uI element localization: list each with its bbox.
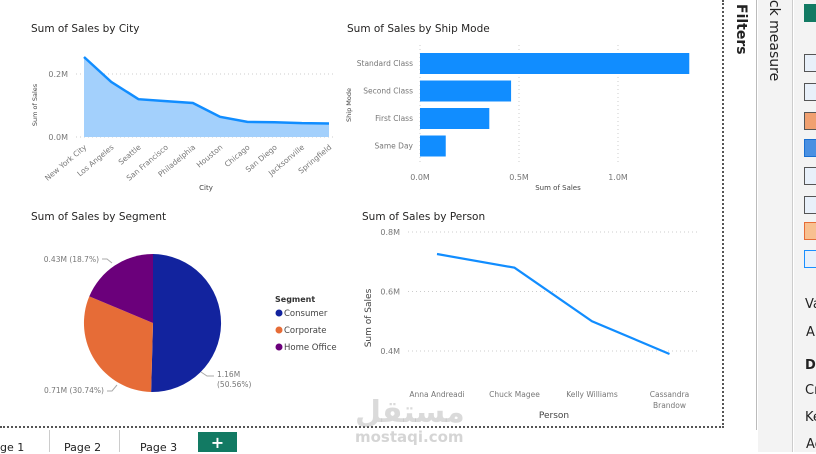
tab-page-2[interactable]: Page 2 bbox=[50, 430, 120, 454]
x-tick-label: 0.0M bbox=[410, 173, 430, 182]
stacked-bar-icon[interactable] bbox=[804, 54, 816, 72]
area-fill bbox=[84, 56, 329, 137]
bar bbox=[420, 135, 446, 157]
keep-filters-label: Ke bbox=[805, 410, 816, 425]
visualizations-pane: Va A Dr Cr Ke Ac bbox=[794, 0, 816, 452]
y-tick-label: Standard Class bbox=[357, 59, 413, 68]
x-tick-label: 1.0M bbox=[608, 173, 628, 182]
x-axis-title: City bbox=[199, 184, 213, 192]
quick-measure-label: ick measure bbox=[766, 0, 782, 82]
legend-marker bbox=[275, 326, 283, 334]
power-automate-icon[interactable] bbox=[804, 250, 816, 268]
x-tick-label: 0.5M bbox=[509, 173, 529, 182]
bar bbox=[420, 108, 490, 129]
data-label: 1.16M bbox=[217, 370, 240, 379]
add-drillthrough-field[interactable]: Ac bbox=[806, 437, 816, 452]
y-tick-label: 0.4M bbox=[380, 347, 400, 356]
y-axis-title: Sum of Sales bbox=[31, 83, 39, 126]
x-axis-title: Person bbox=[539, 411, 569, 421]
chart-title: Sum of Sales by Person bbox=[362, 211, 485, 223]
map-icon[interactable] bbox=[804, 112, 816, 130]
legend-item: Consumer bbox=[284, 309, 328, 319]
x-tick-label: Brandow bbox=[653, 401, 686, 410]
add-data-field[interactable]: A bbox=[806, 325, 815, 340]
y-axis-title: Ship Mode bbox=[345, 88, 353, 122]
legend-title: Segment bbox=[275, 295, 315, 304]
watermark-arabic: مستقل bbox=[355, 395, 465, 430]
tab-label: Page 2 bbox=[64, 441, 102, 454]
y-tick-label: 0.6M bbox=[380, 288, 400, 297]
tab-page-3[interactable]: Page 3 bbox=[120, 430, 192, 454]
cross-report-label: Cr bbox=[805, 383, 816, 398]
leader-line bbox=[200, 371, 214, 377]
data-label: 0.43M (18.7%) bbox=[44, 255, 99, 264]
y-tick-label: Second Class bbox=[363, 87, 413, 96]
smart-narrative-icon[interactable] bbox=[804, 222, 816, 240]
x-tick-label: Kelly Williams bbox=[566, 390, 618, 399]
legend-marker bbox=[275, 309, 283, 317]
quick-measure-pane[interactable]: ick measure bbox=[758, 0, 793, 452]
bar bbox=[420, 53, 690, 74]
bar bbox=[420, 80, 512, 102]
values-label: Va bbox=[805, 297, 816, 312]
slicer-icon[interactable] bbox=[804, 196, 816, 214]
table-visual-icon[interactable] bbox=[804, 4, 816, 22]
leader-line bbox=[102, 258, 113, 264]
pie-slice-consumer bbox=[151, 254, 222, 393]
y-tick-label: 0.0M bbox=[48, 133, 68, 142]
x-axis-title: Sum of Sales bbox=[535, 184, 581, 192]
drillthrough-label: Dr bbox=[805, 358, 816, 373]
chart-title: Sum of Sales by Ship Mode bbox=[347, 23, 490, 35]
data-label: 0.71M (30.74%) bbox=[44, 386, 104, 395]
kpi-icon[interactable] bbox=[804, 167, 816, 185]
report-canvas: Sum of Sales by City 0.0M 0.2M New York Cit… bbox=[0, 0, 724, 428]
chart-title: Sum of Sales by Segment bbox=[31, 211, 166, 223]
add-page-button[interactable]: + bbox=[198, 432, 237, 452]
filters-label: Filters bbox=[733, 4, 749, 55]
tab-page-1[interactable]: ge 1 bbox=[0, 430, 50, 454]
x-tick-label: Chuck Magee bbox=[489, 390, 540, 399]
legend-item: Corporate bbox=[284, 326, 327, 336]
filters-pane[interactable]: Filters bbox=[725, 0, 757, 430]
watermark-latin: mostaqi.com bbox=[355, 428, 464, 446]
data-label: (50.56%) bbox=[217, 380, 252, 389]
legend-item: Home Office bbox=[284, 343, 337, 353]
y-tick-label: 0.2M bbox=[48, 70, 68, 79]
legend-marker bbox=[275, 343, 283, 351]
y-tick-label: First Class bbox=[375, 114, 413, 123]
x-tick-label: Houston bbox=[195, 142, 225, 169]
line-chart-icon[interactable] bbox=[804, 83, 816, 101]
matrix-icon[interactable] bbox=[804, 139, 816, 157]
chart-title: Sum of Sales by City bbox=[31, 23, 139, 35]
leader-line bbox=[107, 384, 118, 392]
tab-label: Page 3 bbox=[140, 441, 178, 454]
y-axis-title: Sum of Sales bbox=[364, 288, 374, 347]
y-tick-label: 0.8M bbox=[380, 228, 400, 237]
y-tick-label: Same Day bbox=[375, 142, 414, 151]
charts-layer: Sum of Sales by City0.0M0.2MNew York Cit… bbox=[31, 23, 700, 421]
tab-label: ge 1 bbox=[0, 441, 25, 454]
line-series bbox=[436, 252, 670, 355]
x-tick-label: Cassandra bbox=[650, 390, 689, 399]
